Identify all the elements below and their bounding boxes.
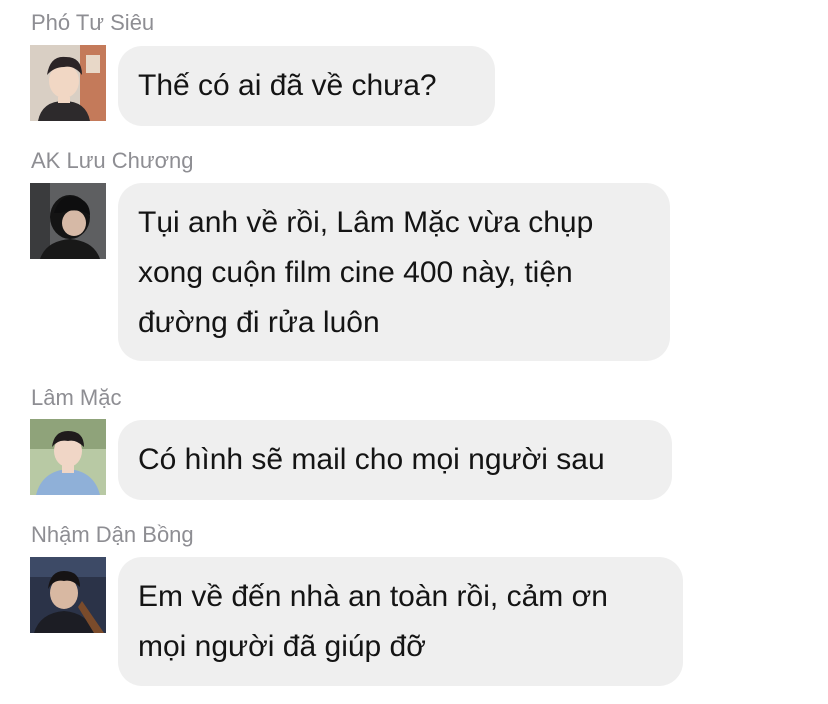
avatar[interactable] [30, 419, 106, 495]
sender-name: Nhậm Dận Bồng [31, 522, 194, 547]
avatar[interactable] [30, 557, 106, 633]
user-avatar-icon [30, 183, 106, 259]
message-text: Tụi anh về rồi, Lâm Mặc vừa chụp xong cu… [138, 206, 594, 339]
message-text: Có hình sẽ mail cho mọi người sau [138, 443, 605, 476]
message-bubble[interactable]: Thế có ai đã về chưa? [118, 46, 495, 126]
user-avatar-icon [30, 557, 106, 633]
user-avatar-icon [30, 45, 106, 121]
sender-name: AK Lưu Chương [31, 148, 194, 173]
avatar[interactable] [30, 45, 106, 121]
message-bubble[interactable]: Tụi anh về rồi, Lâm Mặc vừa chụp xong cu… [118, 183, 670, 361]
sender-name: Phó Tư Siêu [31, 10, 155, 35]
message-text: Thế có ai đã về chưa? [138, 69, 437, 102]
user-avatar-icon [30, 419, 106, 495]
avatar[interactable] [30, 183, 106, 259]
message-text: Em về đến nhà an toàn rồi, cảm ơn mọi ng… [138, 580, 608, 663]
message-bubble[interactable]: Có hình sẽ mail cho mọi người sau [118, 420, 672, 500]
message-bubble[interactable]: Em về đến nhà an toàn rồi, cảm ơn mọi ng… [118, 557, 683, 686]
sender-name: Lâm Mặc [31, 385, 122, 410]
